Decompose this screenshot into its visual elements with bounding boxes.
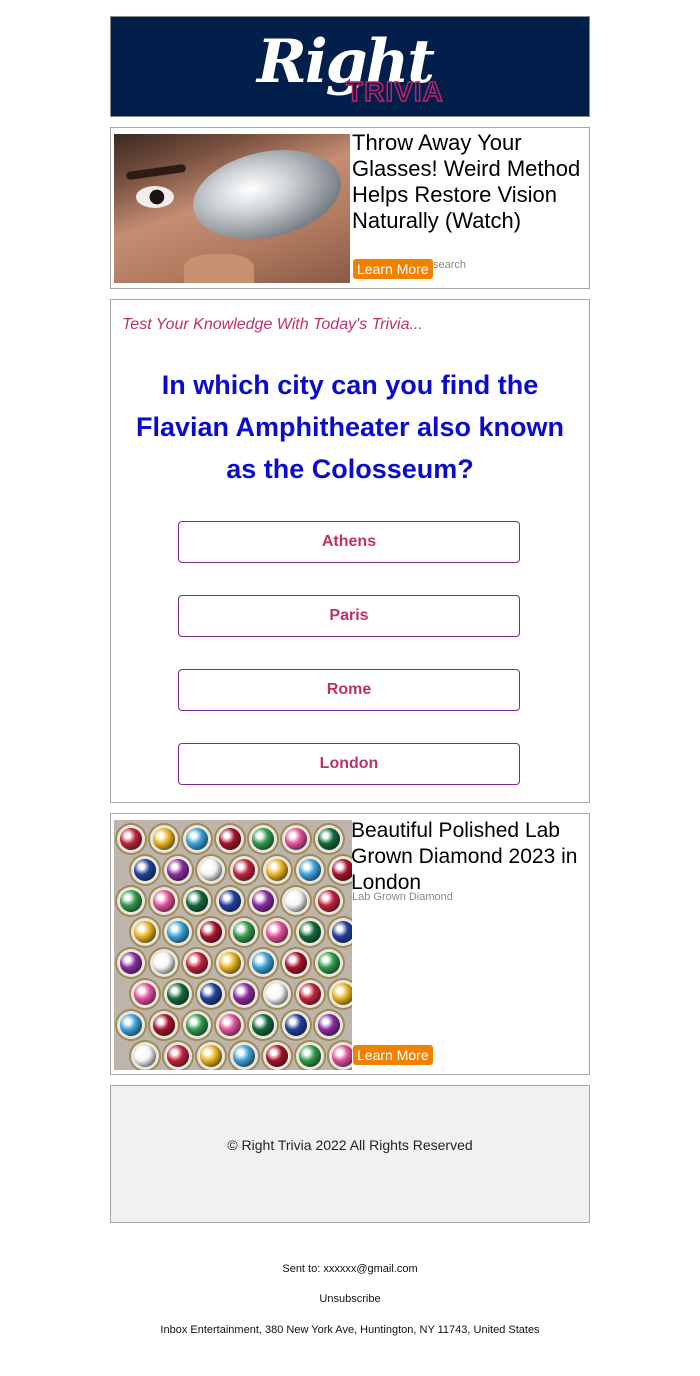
unsubscribe-link[interactable]: Unsubscribe — [0, 1293, 700, 1305]
ring-gem-shape — [299, 983, 321, 1005]
ring-gem-shape — [219, 1014, 241, 1036]
ring-gem-shape — [266, 1045, 288, 1067]
ring-gem-shape — [252, 952, 274, 974]
ring-gem-shape — [299, 859, 321, 881]
ring-gem-shape — [233, 921, 255, 943]
header-banner[interactable]: Right TRIVIA — [110, 16, 590, 117]
ring-gem-shape — [266, 983, 288, 1005]
ring-gem-shape — [200, 1045, 222, 1067]
ring-gem-shape — [233, 859, 255, 881]
ad-source: Lab Grown Diamond — [352, 891, 453, 903]
ring-gem-shape — [167, 921, 189, 943]
ring-gem-shape — [219, 828, 241, 850]
ring-gem-shape — [134, 859, 156, 881]
ring-gem-shape — [120, 1014, 142, 1036]
ring-gem-shape — [332, 859, 352, 881]
ad-title[interactable]: Beautiful Polished Lab Grown Diamond 202… — [351, 818, 589, 896]
answer-button-rome[interactable]: Rome — [178, 669, 520, 711]
ring-gem-shape — [120, 952, 142, 974]
spoon-shape — [184, 137, 350, 252]
trivia-question: In which city can you find the Flavian A… — [135, 370, 565, 484]
ring-gem-shape — [167, 859, 189, 881]
ad-title[interactable]: Throw Away Your Glasses! Weird Method He… — [352, 130, 588, 234]
sponsored-ad-vision[interactable]: Throw Away Your Glasses! Weird Method He… — [110, 127, 590, 289]
ring-gem-shape — [318, 1014, 340, 1036]
ad-image-rings[interactable] — [114, 820, 352, 1070]
ring-gem-shape — [266, 921, 288, 943]
ring-gem-shape — [318, 952, 340, 974]
answer-button-athens[interactable]: Athens — [178, 521, 520, 563]
ring-gem-shape — [219, 890, 241, 912]
ring-gem-shape — [153, 890, 175, 912]
sponsored-ad-diamond[interactable]: Beautiful Polished Lab Grown Diamond 202… — [110, 813, 590, 1075]
eye-shape — [136, 186, 174, 208]
ring-gem-shape — [332, 983, 352, 1005]
ring-gem-shape — [252, 1014, 274, 1036]
ad-source: search — [433, 259, 467, 271]
ring-gem-shape — [219, 952, 241, 974]
brow-shape — [125, 163, 187, 181]
ring-gem-shape — [318, 828, 340, 850]
ring-gem-shape — [153, 952, 175, 974]
ring-gem-shape — [266, 859, 288, 881]
nose-shape — [184, 254, 254, 283]
ring-gem-shape — [134, 983, 156, 1005]
ring-gem-shape — [167, 983, 189, 1005]
ring-gem-shape — [332, 1045, 352, 1067]
ring-gem-shape — [299, 1045, 321, 1067]
company-address: Inbox Entertainment, 380 New York Ave, H… — [160, 1324, 540, 1336]
footer-box: © Right Trivia 2022 All Rights Reserved — [110, 1085, 590, 1223]
learn-more-button[interactable]: Learn More — [353, 1045, 433, 1065]
answer-button-paris[interactable]: Paris — [178, 595, 520, 637]
ring-gem-shape — [252, 890, 274, 912]
ring-gem-shape — [134, 921, 156, 943]
ring-gem-shape — [285, 890, 307, 912]
ring-gem-shape — [299, 921, 321, 943]
ring-gem-shape — [186, 828, 208, 850]
trivia-card: Test Your Knowledge With Today's Trivia.… — [110, 299, 590, 803]
trivia-intro: Test Your Knowledge With Today's Trivia.… — [122, 316, 423, 333]
ring-gem-shape — [186, 952, 208, 974]
ring-gem-shape — [285, 828, 307, 850]
ring-gem-shape — [120, 890, 142, 912]
answer-button-london[interactable]: London — [178, 743, 520, 785]
logo-subword: TRIVIA — [345, 76, 444, 108]
ring-gem-shape — [233, 1045, 255, 1067]
ring-gem-shape — [252, 828, 274, 850]
ring-gem-shape — [318, 890, 340, 912]
learn-more-button[interactable]: Learn More — [353, 259, 433, 279]
ring-gem-shape — [134, 1045, 156, 1067]
ad-image-spoon-eye[interactable] — [114, 134, 350, 283]
copyright-text: © Right Trivia 2022 All Rights Reserved — [227, 1137, 473, 1153]
ring-gem-shape — [186, 1014, 208, 1036]
ring-gem-shape — [332, 921, 352, 943]
ring-gem-shape — [153, 1014, 175, 1036]
ring-gem-shape — [167, 1045, 189, 1067]
ring-gem-shape — [120, 828, 142, 850]
ring-gem-shape — [285, 952, 307, 974]
ring-gem-shape — [200, 859, 222, 881]
ring-gem-shape — [153, 828, 175, 850]
sent-to-text: Sent to: xxxxxx@gmail.com — [282, 1263, 418, 1275]
ring-gem-shape — [200, 921, 222, 943]
ring-gem-shape — [285, 1014, 307, 1036]
ring-gem-shape — [186, 890, 208, 912]
ring-gem-shape — [233, 983, 255, 1005]
ring-gem-shape — [200, 983, 222, 1005]
